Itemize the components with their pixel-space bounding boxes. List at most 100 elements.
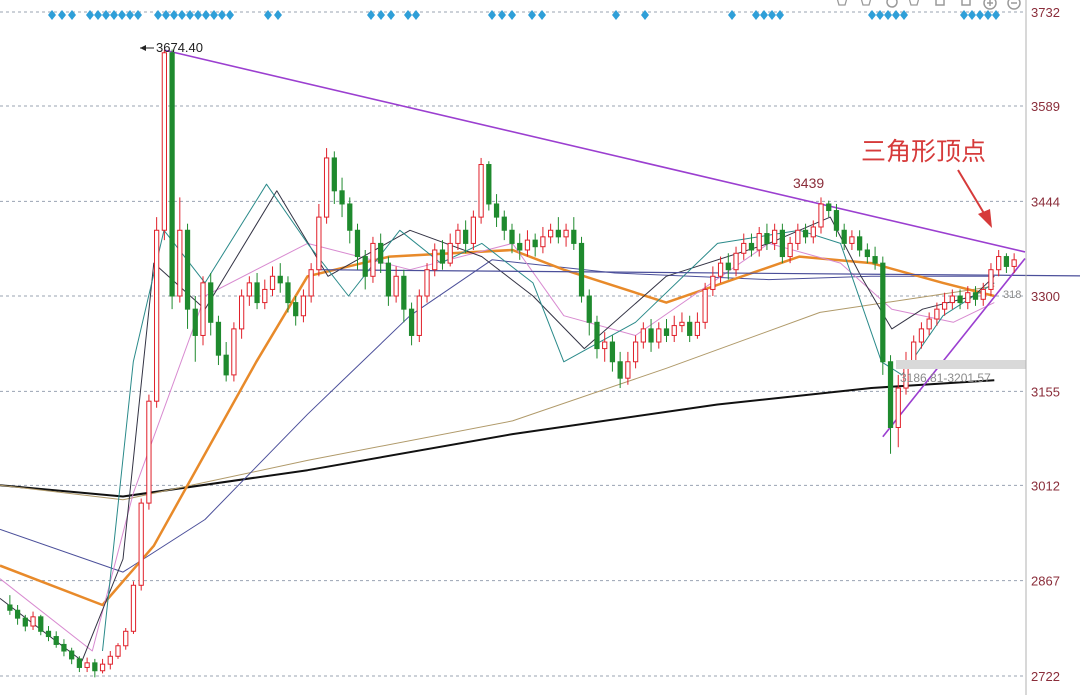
candle-body <box>609 341 616 363</box>
candle-body <box>370 242 376 277</box>
range-label-background <box>896 360 1026 369</box>
candle <box>53 631 59 648</box>
candle-body <box>215 321 222 356</box>
candle-body <box>61 643 67 652</box>
candle-body <box>563 229 569 238</box>
candle-body <box>911 341 917 363</box>
candle-body <box>872 256 878 264</box>
candle-body <box>7 604 13 611</box>
signal-marker <box>760 10 768 20</box>
candle <box>146 394 152 510</box>
ring-icon[interactable] <box>886 0 898 8</box>
candle-body <box>772 229 778 244</box>
candle-body <box>764 233 770 244</box>
candle <box>22 614 28 632</box>
signal-marker <box>508 10 516 20</box>
zoom-out-icon[interactable] <box>1007 0 1021 10</box>
candle-body <box>38 616 44 632</box>
candle-body <box>524 239 531 251</box>
candle <box>872 246 878 270</box>
candle-body <box>424 269 430 297</box>
candle-body <box>262 288 268 304</box>
candle <box>864 243 870 264</box>
candle-body <box>463 229 469 244</box>
candle <box>401 269 407 323</box>
candle <box>45 626 52 642</box>
candle-body <box>694 321 701 336</box>
candle <box>478 157 484 224</box>
candle-body <box>625 361 631 379</box>
candle <box>262 279 268 310</box>
candle-body <box>733 252 739 271</box>
candle <box>30 611 36 630</box>
copy-icon[interactable] <box>935 0 945 6</box>
candle-body <box>323 157 330 218</box>
candle <box>748 233 755 257</box>
candle <box>347 197 353 244</box>
candle-body <box>671 325 677 336</box>
candle <box>887 355 894 454</box>
candle-body <box>169 52 175 297</box>
chart-canvas[interactable]: 3674.40 3439 3186.81-3201.57 318 三角形顶点 3… <box>0 0 1080 695</box>
candle-body <box>1011 259 1017 267</box>
candle <box>154 217 160 408</box>
candle <box>439 240 446 270</box>
candle <box>702 282 708 329</box>
candle-body <box>532 239 538 248</box>
signal-marker <box>387 10 395 20</box>
candle <box>849 230 855 250</box>
candle-body <box>578 242 585 297</box>
candle-body <box>887 361 894 428</box>
ring-icon-shape <box>886 0 898 8</box>
candle <box>779 223 786 264</box>
candle <box>393 266 399 303</box>
candle-body <box>385 262 392 297</box>
candle <box>463 220 469 254</box>
grid-layer <box>0 11 1026 677</box>
candle <box>640 322 646 349</box>
candle-body <box>949 295 955 304</box>
candle-body <box>308 269 314 297</box>
y-tick-label: 3589 <box>1031 99 1060 114</box>
candle <box>138 498 144 591</box>
candle <box>424 263 430 303</box>
signal-marker <box>538 10 546 20</box>
candle-body <box>277 275 283 284</box>
candle-body <box>231 328 237 376</box>
candle <box>571 217 577 250</box>
candle <box>540 226 546 254</box>
candle <box>609 335 616 372</box>
y-tick-label: 3300 <box>1031 289 1060 304</box>
candle-body <box>787 242 793 258</box>
candle <box>316 203 322 277</box>
candle <box>38 614 44 636</box>
candle-body <box>555 229 561 238</box>
candle <box>687 315 693 343</box>
candle <box>563 223 569 247</box>
candle-body <box>602 341 608 350</box>
candle <box>717 256 724 283</box>
settings-icon[interactable] <box>836 0 848 6</box>
candle-body <box>571 229 577 244</box>
candle-body <box>941 302 948 310</box>
zoom-out-icon-ring <box>1007 0 1021 10</box>
zoom-in-icon[interactable] <box>983 0 997 10</box>
hand-icon[interactable] <box>908 0 920 6</box>
line-tool-icon[interactable] <box>860 0 872 6</box>
gear-icon-shape <box>961 0 971 6</box>
candle <box>671 315 677 343</box>
candle <box>926 312 932 336</box>
candle-body <box>192 308 198 336</box>
candlestick-chart[interactable]: 3674.40 3439 3186.81-3201.57 318 三角形顶点 3… <box>0 0 1080 695</box>
candle-body <box>161 52 167 231</box>
candle-body <box>486 164 492 205</box>
candle-body <box>455 229 461 244</box>
triangle-apex-annotation: 三角形顶点 <box>861 138 986 166</box>
candle-body <box>849 236 855 244</box>
candle <box>99 658 106 674</box>
gear-icon[interactable] <box>961 0 971 6</box>
candle-body <box>656 328 662 343</box>
candle-body <box>293 302 299 317</box>
candle-body <box>926 318 932 330</box>
signal-marker <box>868 10 876 20</box>
